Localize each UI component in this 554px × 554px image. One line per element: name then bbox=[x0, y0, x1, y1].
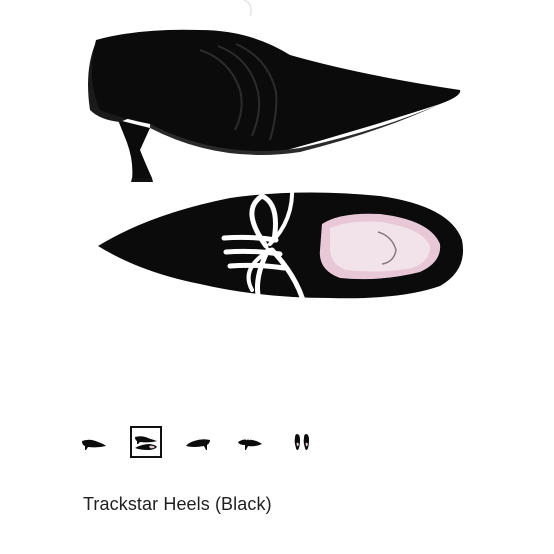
product-title: Trackstar Heels (Black) bbox=[83, 494, 272, 514]
product-main-image bbox=[0, 0, 554, 330]
thumbnail-4[interactable] bbox=[286, 426, 318, 458]
thumbnail-strip bbox=[0, 424, 554, 460]
shoe-pair-view-icon bbox=[135, 436, 157, 450]
shoe-side-view-icon bbox=[82, 439, 106, 450]
shoe-top-view-icon bbox=[294, 434, 309, 450]
shoe-profile-view-icon bbox=[186, 439, 210, 450]
thumbnail-1[interactable] bbox=[130, 426, 162, 458]
product-page: Trackstar Heels (Black) bbox=[0, 0, 554, 554]
top-view-shoe bbox=[98, 184, 464, 317]
thumbnail-2[interactable] bbox=[182, 426, 214, 458]
thumbnail-0[interactable] bbox=[78, 426, 110, 458]
thumbnail-3[interactable] bbox=[234, 426, 266, 458]
shoe-pair-image bbox=[88, 0, 464, 317]
shoe-back-view-icon bbox=[238, 438, 262, 450]
side-view-shoe bbox=[88, 0, 461, 182]
